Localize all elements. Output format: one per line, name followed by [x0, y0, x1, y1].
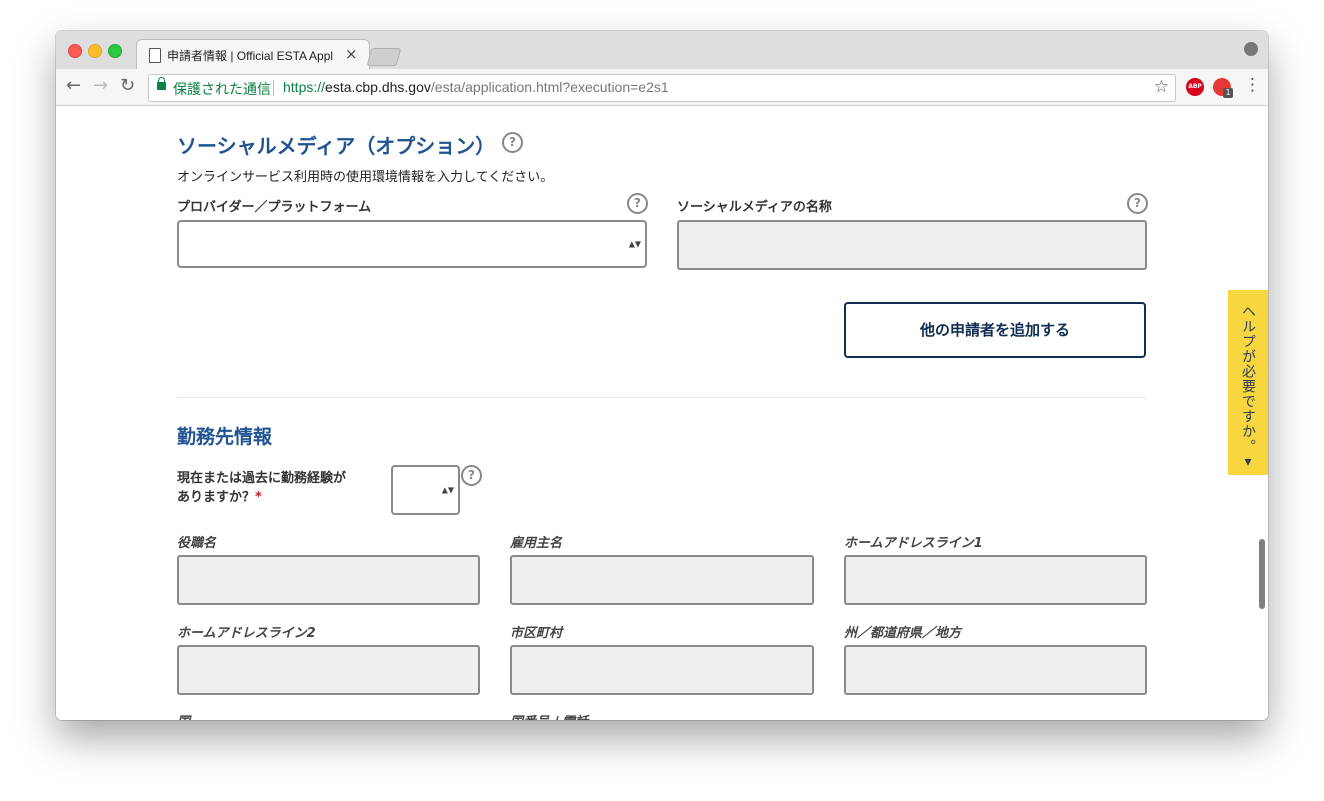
address1-label: ホームアドレスライン1 [844, 536, 983, 551]
back-icon[interactable]: ← [66, 75, 81, 96]
reload-icon[interactable]: ↻ [120, 75, 135, 96]
state-input[interactable] [844, 645, 1147, 695]
add-applicant-button[interactable]: 他の申請者を追加する [844, 302, 1146, 358]
zoom-window-button[interactable] [108, 44, 122, 58]
page-content: ソーシャルメディア（オプション） ? オンラインサービス利用時の使用環境情報を入… [56, 106, 1268, 720]
job-title-input[interactable] [177, 555, 480, 605]
provider-label: プロバイダー／プラットフォーム [177, 200, 372, 215]
browser-tab[interactable]: 申請者情報 | Official ESTA Appl × [136, 39, 370, 70]
employment-select[interactable]: ▲▼ [391, 465, 460, 515]
tab-strip: 申請者情報 | Official ESTA Appl × [56, 31, 1268, 70]
url-scheme: https:// [283, 79, 326, 95]
state-label: 州／都道府県／地方 [844, 626, 962, 641]
profile-icon[interactable] [1244, 42, 1258, 56]
city-label: 市区町村 [510, 626, 563, 641]
help-tab-label: ヘルプが必要ですか。▾ [1240, 304, 1256, 471]
provider-select[interactable]: ▲▼ [177, 220, 647, 268]
address-bar[interactable]: 保護された通信 https://esta.cbp.dhs.gov/esta/ap… [148, 74, 1176, 102]
social-help-icon[interactable]: ? [502, 132, 523, 153]
adblock-icon[interactable]: ABP [1186, 78, 1204, 96]
employment-question-line1: 現在または過去に勤務経験が [177, 471, 347, 486]
minimize-window-button[interactable] [88, 44, 102, 58]
phone-label: 国番号＋電話 [510, 711, 588, 720]
social-name-help-icon[interactable]: ? [1127, 193, 1148, 214]
employment-question-text: ありますか？ [177, 490, 256, 505]
required-mark: * [255, 490, 262, 505]
browser-toolbar: ← → ↻ 保護された通信 https://esta.cbp.dhs.gov/e… [56, 69, 1268, 106]
url-path: /esta/application.html?execution=e2s1 [430, 79, 669, 95]
extension-badge: 1 [1223, 88, 1233, 98]
address2-input[interactable] [177, 645, 480, 695]
employment-help-icon[interactable]: ? [461, 465, 482, 486]
address-separator [273, 80, 274, 96]
social-name-label: ソーシャルメディアの名称 [677, 200, 832, 215]
address2-label: ホームアドレスライン2 [177, 626, 316, 641]
provider-help-icon[interactable]: ? [627, 193, 648, 214]
secure-label: 保護された通信 [173, 81, 271, 97]
section-divider [177, 397, 1146, 398]
bookmark-star-icon[interactable]: ☆ [1154, 77, 1169, 97]
browser-menu-icon[interactable]: ⋮ [1244, 75, 1261, 95]
employer-input[interactable] [510, 555, 814, 605]
tab-title: 申請者情報 | Official ESTA Appl [167, 49, 334, 63]
employer-label: 雇用主名 [510, 536, 563, 551]
social-description: オンラインサービス利用時の使用環境情報を入力してください。 [177, 170, 554, 185]
employment-question-line2: ありますか？* [177, 486, 262, 505]
tab-close-icon[interactable]: × [345, 45, 358, 63]
new-tab-button[interactable] [366, 48, 402, 66]
social-name-input[interactable] [677, 220, 1147, 270]
select-arrows-icon: ▲▼ [441, 485, 454, 495]
browser-window: 申請者情報 | Official ESTA Appl × ← → ↻ 保護された… [56, 31, 1268, 720]
help-tab[interactable]: ヘルプが必要ですか。▾ [1228, 290, 1268, 475]
social-media-heading: ソーシャルメディア（オプション） [177, 134, 496, 158]
address1-input[interactable] [844, 555, 1147, 605]
city-input[interactable] [510, 645, 814, 695]
scrollbar[interactable] [1259, 539, 1265, 609]
url-host: esta.cbp.dhs.gov [325, 79, 431, 95]
job-title-label: 役職名 [177, 536, 217, 551]
lock-icon [157, 77, 166, 90]
employment-heading: 勤務先情報 [177, 426, 273, 448]
url-text: https://esta.cbp.dhs.gov/esta/applicatio… [283, 79, 669, 95]
country-label: 国 [177, 711, 190, 720]
page-icon [149, 48, 161, 63]
select-arrows-icon: ▲▼ [628, 239, 641, 249]
close-window-button[interactable] [68, 44, 82, 58]
forward-icon[interactable]: → [93, 75, 108, 96]
